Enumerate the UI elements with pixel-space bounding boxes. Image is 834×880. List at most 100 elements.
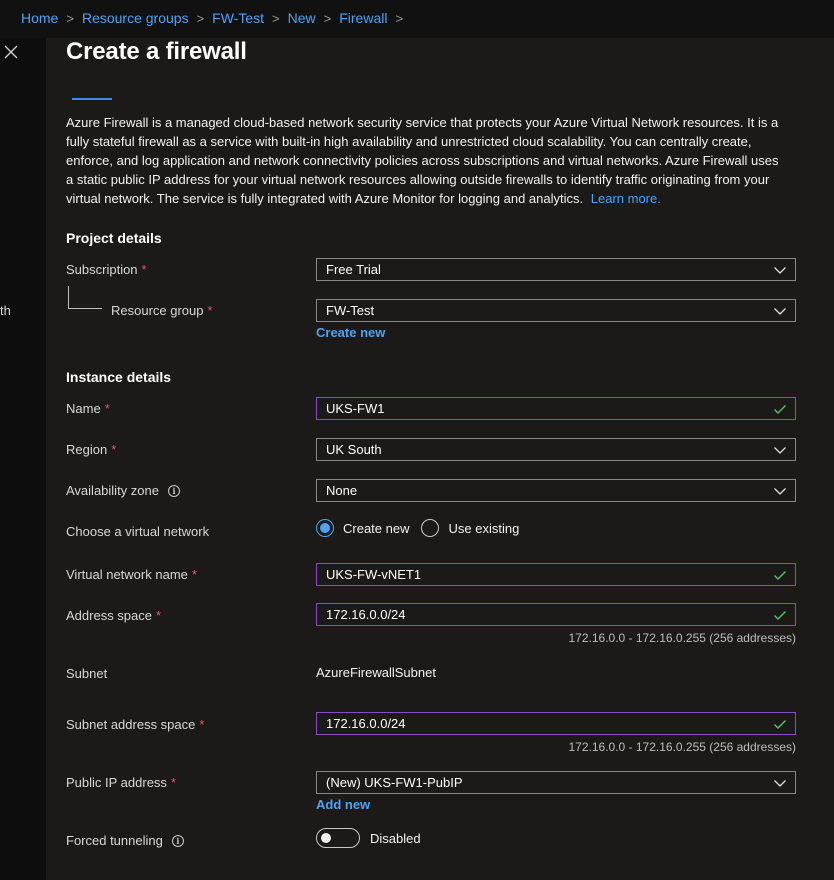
public-ip-label: Public IP address * bbox=[66, 775, 176, 790]
address-space-input[interactable]: 172.16.0.0/24 bbox=[316, 603, 796, 626]
resource-group-value: FW-Test bbox=[326, 303, 375, 318]
resource-group-label-text: Resource group bbox=[111, 303, 204, 318]
breadcrumb: Home > Resource groups > FW-Test > New >… bbox=[21, 10, 411, 26]
address-space-label-text: Address space bbox=[66, 608, 152, 623]
subnet-address-space-label-text: Subnet address space bbox=[66, 717, 196, 732]
region-dropdown[interactable]: UK South bbox=[316, 438, 796, 461]
toggle-knob bbox=[321, 833, 331, 843]
description-text: Azure Firewall is a managed cloud-based … bbox=[66, 113, 784, 208]
chevron-down-icon bbox=[774, 487, 786, 495]
checkmark-icon bbox=[774, 404, 786, 414]
region-label-text: Region bbox=[66, 442, 108, 457]
name-input[interactable]: UKS-FW1 bbox=[316, 397, 796, 420]
chevron-down-icon bbox=[774, 266, 786, 274]
forced-tunneling-label: Forced tunneling i bbox=[66, 833, 184, 848]
public-ip-value: (New) UKS-FW1-PubIP bbox=[326, 775, 463, 790]
breadcrumb-separator: > bbox=[66, 10, 74, 26]
vnet-name-input[interactable]: UKS-FW-vNET1 bbox=[316, 563, 796, 586]
breadcrumb-separator: > bbox=[196, 10, 205, 26]
availability-zone-dropdown[interactable]: None bbox=[316, 479, 796, 502]
add-new-public-ip-link[interactable]: Add new bbox=[316, 797, 370, 812]
info-icon[interactable]: i bbox=[171, 834, 184, 847]
chevron-down-icon bbox=[774, 446, 786, 454]
name-label-text: Name bbox=[66, 401, 101, 416]
tree-connector bbox=[68, 308, 102, 309]
vnet-name-label: Virtual network name * bbox=[66, 567, 197, 582]
virtual-network-choice-label: Choose a virtual network bbox=[66, 524, 209, 539]
breadcrumb-separator: > bbox=[323, 10, 332, 26]
checkmark-icon bbox=[774, 610, 786, 620]
virtual-network-choice-label-text: Choose a virtual network bbox=[66, 524, 210, 539]
learn-more-link[interactable]: Learn more. bbox=[591, 191, 661, 206]
subnet-address-space-input[interactable]: 172.16.0.0/24 bbox=[316, 712, 796, 735]
address-space-hint: 172.16.0.0 - 172.16.0.255 (256 addresses… bbox=[568, 631, 797, 645]
truncated-panel-text: th bbox=[0, 303, 11, 318]
subnet-address-space-label: Subnet address space * bbox=[66, 717, 204, 732]
public-ip-label-text: Public IP address bbox=[66, 775, 167, 790]
vnet-name-value: UKS-FW-vNET1 bbox=[326, 567, 422, 582]
forced-tunneling-toggle[interactable] bbox=[316, 828, 360, 848]
breadcrumb-home[interactable]: Home bbox=[21, 10, 58, 26]
subnet-label-text: Subnet bbox=[66, 666, 108, 681]
name-label: Name * bbox=[66, 401, 110, 416]
breadcrumb-firewall[interactable]: Firewall bbox=[339, 10, 387, 26]
forced-tunneling-state: Disabled bbox=[370, 830, 421, 846]
radio-use-existing[interactable]: Use existing bbox=[421, 519, 519, 537]
required-marker: * bbox=[156, 608, 162, 623]
subnet-label: Subnet bbox=[66, 666, 107, 681]
description-body: Azure Firewall is a managed cloud-based … bbox=[66, 115, 779, 206]
radio-create-new[interactable]: Create new bbox=[316, 519, 409, 537]
availability-zone-value: None bbox=[326, 483, 358, 498]
radio-button-unchecked[interactable] bbox=[421, 519, 440, 537]
region-label: Region * bbox=[66, 442, 116, 457]
radio-use-existing-label: Use existing bbox=[448, 520, 520, 536]
left-panel-edge bbox=[0, 38, 46, 880]
resource-group-dropdown[interactable]: FW-Test bbox=[316, 299, 796, 322]
subnet-address-space-hint: 172.16.0.0 - 172.16.0.255 (256 addresses… bbox=[568, 740, 797, 754]
required-marker: * bbox=[104, 401, 110, 416]
info-icon[interactable]: i bbox=[167, 484, 180, 497]
close-button[interactable] bbox=[0, 40, 22, 64]
required-marker: * bbox=[191, 567, 197, 582]
subscription-label: Subscription * bbox=[66, 262, 147, 277]
tree-connector bbox=[68, 286, 69, 308]
vnet-name-label-text: Virtual network name bbox=[66, 567, 188, 582]
virtual-network-radio-group: Create new Use existing bbox=[316, 519, 519, 537]
required-marker: * bbox=[207, 303, 213, 318]
radio-create-new-label: Create new bbox=[343, 520, 410, 536]
subnet-address-space-value: 172.16.0.0/24 bbox=[326, 716, 406, 731]
subscription-value: Free Trial bbox=[326, 262, 381, 277]
public-ip-dropdown[interactable]: (New) UKS-FW1-PubIP bbox=[316, 771, 796, 794]
instance-details-heading: Instance details bbox=[66, 369, 172, 385]
page-title: Create a firewall bbox=[66, 38, 247, 65]
radio-button-checked[interactable] bbox=[316, 519, 334, 537]
forced-tunneling-control: Disabled bbox=[316, 828, 421, 848]
chevron-down-icon bbox=[774, 307, 786, 315]
radio-dot bbox=[320, 523, 330, 533]
region-value: UK South bbox=[326, 442, 382, 457]
subnet-value: AzureFirewallSubnet bbox=[316, 665, 436, 680]
address-space-value: 172.16.0.0/24 bbox=[326, 607, 406, 622]
breadcrumb-new[interactable]: New bbox=[288, 10, 316, 26]
breadcrumb-separator: > bbox=[272, 10, 280, 26]
required-marker: * bbox=[141, 262, 147, 277]
close-icon bbox=[4, 45, 18, 59]
firewall-blade: Create a firewall Azure Firewall is a ma… bbox=[46, 38, 834, 880]
breadcrumb-resource-groups[interactable]: Resource groups bbox=[82, 10, 189, 26]
project-details-heading: Project details bbox=[66, 230, 162, 246]
name-value: UKS-FW1 bbox=[326, 401, 385, 416]
checkmark-icon bbox=[774, 570, 786, 580]
availability-zone-label-text: Availability zone bbox=[66, 483, 159, 498]
breadcrumb-separator: > bbox=[395, 10, 404, 26]
create-new-resource-group-link[interactable]: Create new bbox=[316, 325, 385, 340]
resource-group-label: Resource group * bbox=[111, 303, 213, 318]
checkmark-icon bbox=[774, 719, 786, 729]
chevron-down-icon bbox=[774, 779, 786, 787]
address-space-label: Address space * bbox=[66, 608, 161, 623]
create-firewall-page: Home > Resource groups > FW-Test > New >… bbox=[0, 0, 834, 880]
breadcrumb-fw-test[interactable]: FW-Test bbox=[212, 10, 264, 26]
required-marker: * bbox=[170, 775, 176, 790]
required-marker: * bbox=[111, 442, 117, 457]
required-marker: * bbox=[199, 717, 205, 732]
subscription-dropdown[interactable]: Free Trial bbox=[316, 258, 796, 281]
